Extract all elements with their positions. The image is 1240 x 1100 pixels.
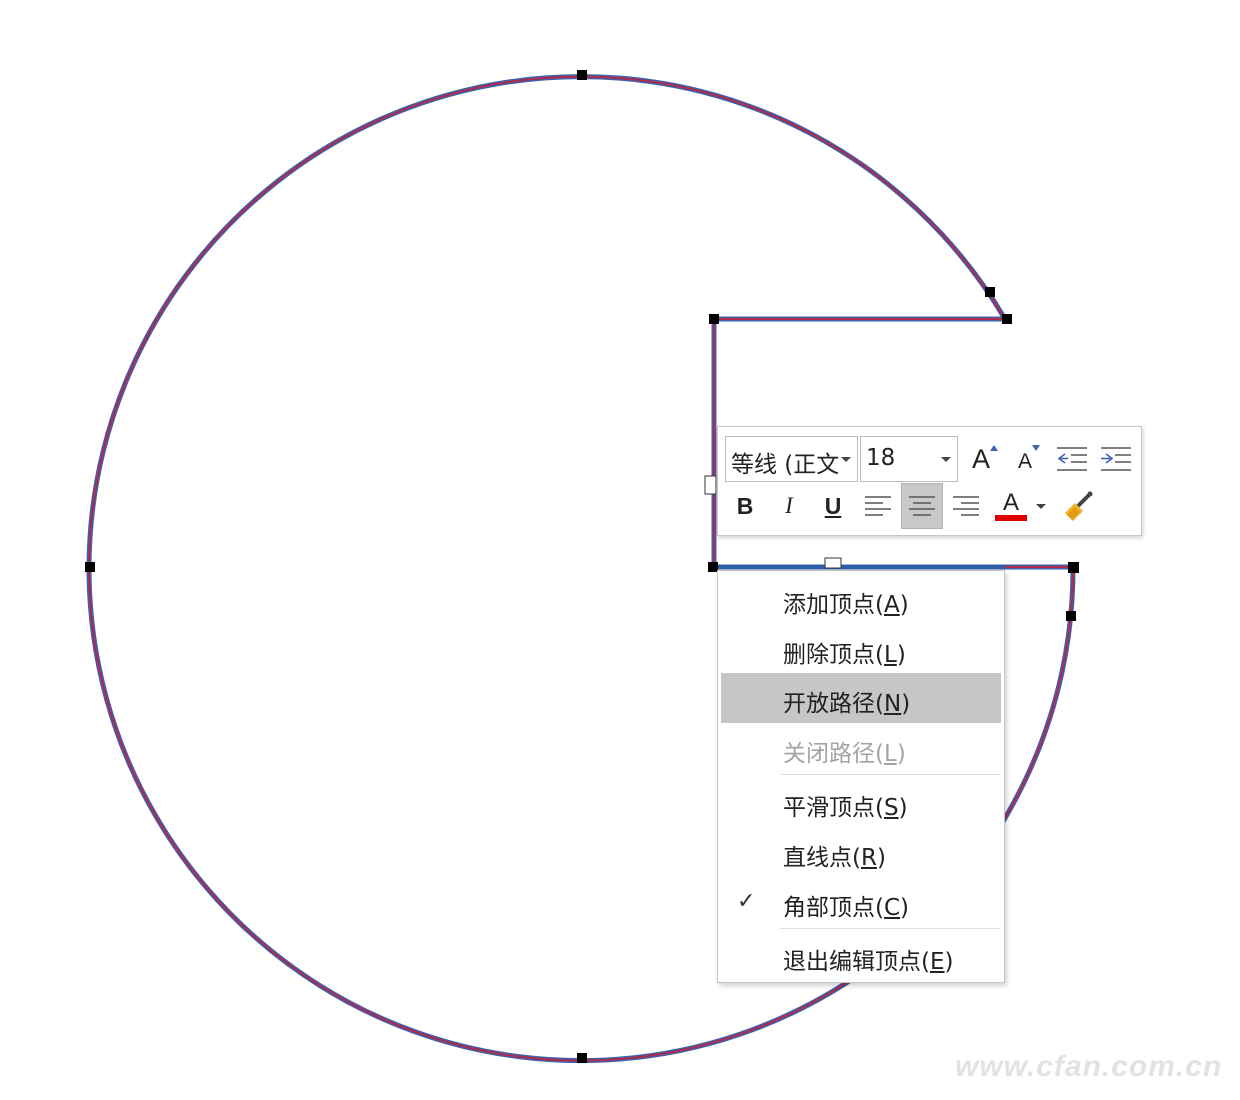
menu-item-label: 退出编辑顶点( xyxy=(783,949,930,975)
format-painter-icon xyxy=(1065,491,1093,521)
font-size-value: 18 xyxy=(866,445,896,471)
italic-button[interactable]: I xyxy=(768,483,810,529)
menu-item-label-end: ) xyxy=(898,795,908,821)
underline-button[interactable]: U xyxy=(812,483,854,529)
caret-down-icon xyxy=(1032,445,1040,451)
menu-item-accelerator: L xyxy=(883,741,897,767)
italic-icon: I xyxy=(785,493,793,518)
watermark: www.cfan.com.cn xyxy=(955,1050,1223,1083)
chevron-down-icon xyxy=(941,457,951,462)
menu-item-close-path: 关闭路径(L) xyxy=(721,723,1001,773)
mini-toolbar: 等线 (正文 18 A A B I U A xyxy=(717,426,1142,536)
menu-item-accelerator: L xyxy=(883,642,897,668)
align-center-button[interactable] xyxy=(901,483,943,529)
checkmark-icon: ✓ xyxy=(737,889,756,914)
vertex-context-menu: 添加顶点(A) 删除顶点(L) 开放路径(N) 关闭路径(L) 平滑顶点(S) … xyxy=(717,570,1005,983)
align-left-icon xyxy=(865,496,891,516)
menu-item-label-end: ) xyxy=(944,949,954,975)
slide-canvas xyxy=(85,70,1079,1064)
font-name-value: 等线 (正文 xyxy=(731,452,839,478)
menu-item-label: 开放路径( xyxy=(783,691,884,717)
menu-item-label-end: ) xyxy=(896,642,906,668)
menu-item-label-end: ) xyxy=(876,845,886,871)
menu-item-label: 角部顶点( xyxy=(783,895,884,921)
decrease-font-size-button[interactable]: A xyxy=(1008,436,1050,482)
menu-separator xyxy=(780,928,1000,929)
font-name-combo[interactable]: 等线 (正文 xyxy=(725,436,858,482)
decrease-indent-button[interactable] xyxy=(1051,436,1093,482)
menu-item-label: 直线点( xyxy=(783,845,861,871)
font-color-swatch xyxy=(995,515,1027,521)
menu-item-accelerator: C xyxy=(883,895,901,921)
increase-indent-button[interactable] xyxy=(1095,436,1137,482)
menu-item-accelerator: N xyxy=(883,691,902,717)
menu-item-delete-vertex[interactable]: 删除顶点(L) xyxy=(721,624,1001,674)
menu-item-label: 平滑顶点( xyxy=(783,795,884,821)
menu-item-corner-vertex[interactable]: ✓ 角部顶点(C) xyxy=(721,877,1001,927)
align-left-button[interactable] xyxy=(857,483,899,529)
menu-item-label: 添加顶点( xyxy=(783,592,884,618)
menu-item-accelerator: A xyxy=(883,592,900,618)
menu-item-open-path[interactable]: 开放路径(N) xyxy=(721,673,1001,723)
menu-item-label: 关闭路径( xyxy=(783,741,884,767)
menu-item-accelerator: S xyxy=(883,795,899,821)
menu-item-accelerator: R xyxy=(860,845,877,871)
font-color-icon: A xyxy=(1002,489,1019,516)
menu-item-label-end: ) xyxy=(899,592,909,618)
chevron-down-icon xyxy=(841,457,851,462)
menu-item-exit-edit-vertex[interactable]: 退出编辑顶点(E) xyxy=(721,931,1001,981)
align-right-button[interactable] xyxy=(945,483,987,529)
underline-icon: U xyxy=(824,492,842,519)
chevron-down-icon xyxy=(1036,503,1046,509)
menu-separator xyxy=(780,774,1000,775)
menu-item-label-end: ) xyxy=(900,895,910,921)
font-color-dropdown[interactable] xyxy=(1030,483,1052,529)
font-color-button[interactable]: A xyxy=(990,483,1032,529)
menu-item-label-end: ) xyxy=(896,741,906,767)
increase-indent-icon xyxy=(1101,447,1131,471)
decrease-indent-icon xyxy=(1057,447,1087,471)
align-right-icon xyxy=(953,496,979,516)
bold-icon: B xyxy=(736,492,754,519)
menu-item-label: 删除顶点( xyxy=(783,642,884,668)
decrease-font-icon: A xyxy=(1017,450,1032,473)
caret-up-icon xyxy=(990,445,998,451)
menu-item-smooth-vertex[interactable]: 平滑顶点(S) xyxy=(721,777,1001,827)
menu-item-accelerator: E xyxy=(929,949,945,975)
menu-item-label-end: ) xyxy=(901,691,911,717)
font-size-combo[interactable]: 18 xyxy=(860,436,958,482)
increase-font-icon: A xyxy=(971,443,990,474)
menu-item-add-vertex[interactable]: 添加顶点(A) xyxy=(721,574,1001,624)
align-center-icon xyxy=(909,496,935,516)
menu-item-straight-point[interactable]: 直线点(R) xyxy=(721,827,1001,877)
increase-font-size-button[interactable]: A xyxy=(964,436,1006,482)
format-painter-button[interactable] xyxy=(1057,483,1099,529)
bold-button[interactable]: B xyxy=(724,483,766,529)
